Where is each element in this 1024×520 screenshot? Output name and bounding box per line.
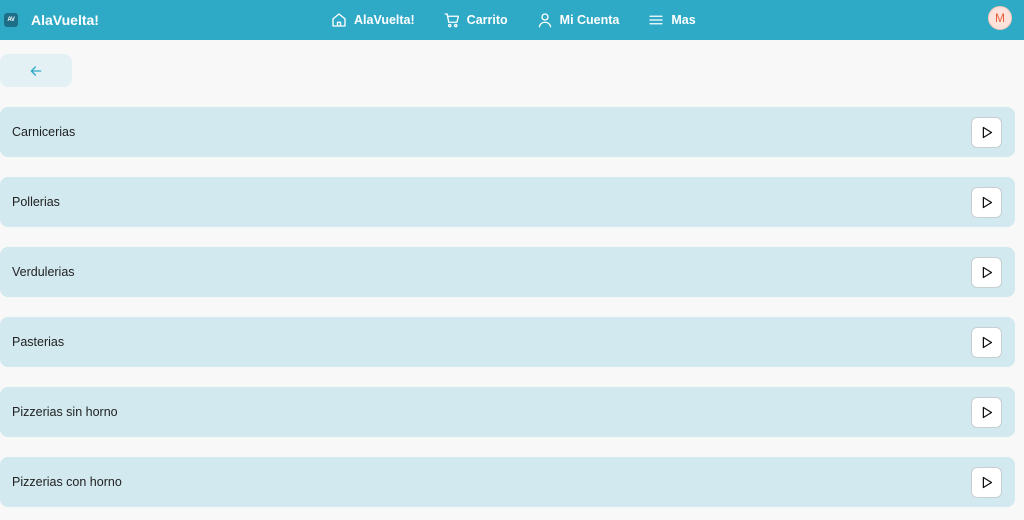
- cart-icon: [444, 13, 459, 28]
- back-button[interactable]: [0, 54, 72, 87]
- home-icon: [332, 13, 346, 27]
- category-label: Pizzerias sin horno: [12, 405, 118, 419]
- category-item-verdulerias[interactable]: Verdulerias: [0, 247, 1015, 297]
- category-label: Pasterias: [12, 335, 65, 349]
- category-list: Carnicerias Pollerias Verdulerias Paster…: [0, 107, 1015, 520]
- nav-cart-label: Carrito: [466, 13, 508, 27]
- nav-more[interactable]: Mas: [647, 11, 696, 29]
- play-icon: [982, 406, 993, 419]
- nav-cart[interactable]: Carrito: [443, 11, 508, 29]
- category-label: Pollerias: [12, 195, 60, 209]
- open-category-button[interactable]: [971, 397, 1002, 428]
- play-icon: [982, 196, 993, 209]
- top-navbar: AV AlaVuelta! AlaVuelta! Carrito Mi Cuen…: [0, 0, 1024, 40]
- open-category-button[interactable]: [971, 327, 1002, 358]
- arrow-left-icon: [30, 65, 42, 76]
- nav-home-label: AlaVuelta!: [354, 13, 415, 27]
- play-icon: [982, 336, 993, 349]
- menu-icon: [649, 15, 664, 25]
- category-label: Pizzerias con horno: [12, 475, 122, 489]
- avatar[interactable]: M: [988, 6, 1012, 30]
- category-item-pizzerias-sin-horno[interactable]: Pizzerias sin horno: [0, 387, 1015, 437]
- open-category-button[interactable]: [971, 257, 1002, 288]
- category-label: Carnicerias: [12, 125, 76, 139]
- user-icon: [538, 13, 551, 28]
- brand[interactable]: AV AlaVuelta!: [4, 9, 99, 31]
- category-item-pasterias[interactable]: Pasterias: [0, 317, 1015, 367]
- app-logo: AV: [4, 13, 18, 27]
- brand-name: AlaVuelta!: [31, 12, 99, 28]
- open-category-button[interactable]: [971, 187, 1002, 218]
- main-nav: AlaVuelta! Carrito Mi Cuenta Mas: [330, 0, 724, 40]
- category-item-pizzerias-con-horno[interactable]: Pizzerias con horno: [0, 457, 1015, 507]
- category-item-carnicerias[interactable]: Carnicerias: [0, 107, 1015, 157]
- nav-account[interactable]: Mi Cuenta: [536, 11, 620, 29]
- play-icon: [982, 126, 993, 139]
- play-icon: [982, 266, 993, 279]
- nav-home[interactable]: AlaVuelta!: [330, 11, 415, 29]
- nav-more-label: Mas: [671, 13, 696, 27]
- nav-account-label: Mi Cuenta: [559, 13, 620, 27]
- open-category-button[interactable]: [971, 467, 1002, 498]
- category-label: Verdulerias: [12, 265, 75, 279]
- category-item-pollerias[interactable]: Pollerias: [0, 177, 1015, 227]
- open-category-button[interactable]: [971, 117, 1002, 148]
- play-icon: [982, 476, 993, 489]
